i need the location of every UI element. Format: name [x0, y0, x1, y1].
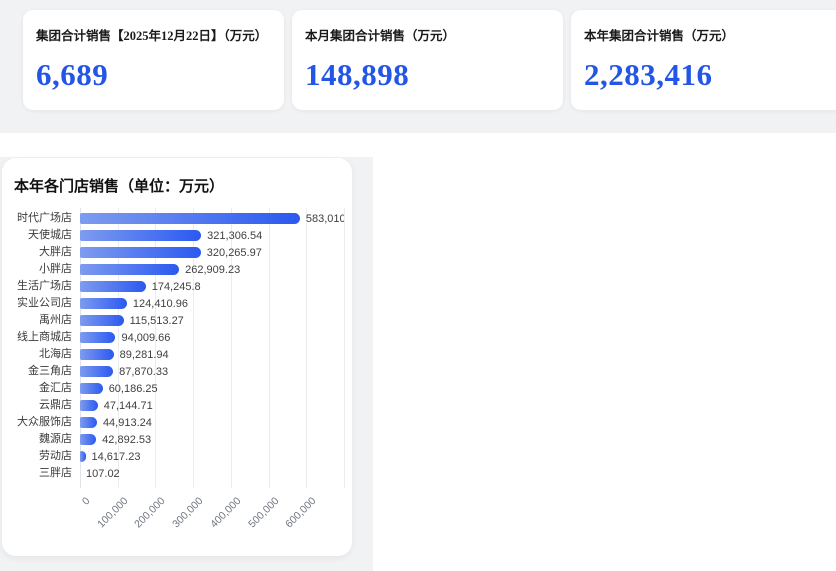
bar-value-label: 42,892.53 — [102, 434, 151, 446]
category-label: 金汇店 — [2, 380, 80, 397]
bar[interactable] — [80, 281, 146, 292]
kpi-card-monthly-sales: 本月集团合计销售（万元） 148,898 — [292, 10, 563, 110]
chart-row: 金三角店 87,870.33 — [2, 363, 352, 380]
category-label: 大胖店 — [2, 244, 80, 261]
bar[interactable] — [80, 417, 97, 428]
bar-value-label: 107.02 — [86, 468, 120, 480]
category-label: 时代广场店 — [2, 210, 80, 227]
bar-value-label: 174,245.8 — [152, 281, 201, 293]
kpi-card-daily-sales: 集团合计销售【2025年12月22日】（万元） 6,689 — [23, 10, 284, 110]
bar-value-label: 124,410.96 — [133, 298, 188, 310]
bar[interactable] — [80, 349, 114, 360]
kpi-card-yearly-sales: 本年集团合计销售（万元） 2,283,416 — [571, 10, 836, 110]
chart-row: 实业公司店 124,410.96 — [2, 295, 352, 312]
category-label: 魏源店 — [2, 431, 80, 448]
bar-track: 262,909.23 — [80, 261, 344, 278]
bar[interactable] — [80, 247, 201, 258]
chart-row: 北海店 89,281.94 — [2, 346, 352, 363]
bar-track: 87,870.33 — [80, 363, 344, 380]
bar-track: 321,306.54 — [80, 227, 344, 244]
category-label: 禹州店 — [2, 312, 80, 329]
bar-track: 320,265.97 — [80, 244, 344, 261]
bar-track: 124,410.96 — [80, 295, 344, 312]
bar-track: 47,144.71 — [80, 397, 344, 414]
chart-row: 大胖店 320,265.97 — [2, 244, 352, 261]
bar-track: 115,513.27 — [80, 312, 344, 329]
bar-track: 89,281.94 — [80, 346, 344, 363]
bar-track: 44,913.24 — [80, 414, 344, 431]
bar-value-label: 94,009.66 — [121, 332, 170, 344]
category-label: 大众服饰店 — [2, 414, 80, 431]
bar[interactable] — [80, 451, 86, 462]
bar[interactable] — [80, 213, 300, 224]
bar[interactable] — [80, 298, 127, 309]
chart-row: 天使城店 321,306.54 — [2, 227, 352, 244]
bar[interactable] — [80, 366, 113, 377]
kpi-value: 148,898 — [305, 57, 547, 93]
right-content-panel — [373, 157, 836, 571]
bar[interactable] — [80, 400, 98, 411]
bar-value-label: 115,513.27 — [130, 315, 184, 327]
category-label: 实业公司店 — [2, 295, 80, 312]
bar-value-label: 320,265.97 — [207, 247, 262, 259]
kpi-value: 2,283,416 — [584, 57, 836, 93]
category-label: 北海店 — [2, 346, 80, 363]
chart-row: 三胖店 107.02 — [2, 465, 352, 482]
bar-track: 14,617.23 — [80, 448, 344, 465]
chart-rows: 时代广场店 583,010 天使城店 321,306.54 大胖店 320,265.97 小… — [2, 210, 352, 482]
bar-value-label: 262,909.23 — [185, 264, 240, 276]
kpi-title: 本月集团合计销售（万元） — [305, 25, 547, 44]
chart-title: 本年各门店销售（单位：万元） — [14, 175, 224, 196]
x-axis: 0100,000200,000300,000400,000500,000600,… — [80, 490, 344, 542]
bar-value-label: 87,870.33 — [119, 366, 168, 378]
bar-value-label: 44,913.24 — [103, 417, 152, 429]
kpi-title: 本年集团合计销售（万元） — [584, 25, 836, 44]
bar-value-label: 89,281.94 — [120, 349, 169, 361]
section-spacer — [0, 133, 836, 157]
bar[interactable] — [80, 383, 103, 394]
bar-value-label: 14,617.23 — [92, 451, 141, 463]
bar-track: 94,009.66 — [80, 329, 344, 346]
bar-value-label: 47,144.71 — [104, 400, 153, 412]
bar[interactable] — [80, 230, 201, 241]
category-label: 小胖店 — [2, 261, 80, 278]
bar-value-label: 321,306.54 — [207, 230, 262, 242]
chart-row: 生活广场店 174,245.8 — [2, 278, 352, 295]
chart-row: 小胖店 262,909.23 — [2, 261, 352, 278]
bar-track: 60,186.25 — [80, 380, 344, 397]
category-label: 线上商城店 — [2, 329, 80, 346]
chart-row: 大众服饰店 44,913.24 — [2, 414, 352, 431]
kpi-value: 6,689 — [36, 57, 268, 93]
chart-row: 金汇店 60,186.25 — [2, 380, 352, 397]
bar-track: 174,245.8 — [80, 278, 344, 295]
chart-row: 云鼎店 47,144.71 — [2, 397, 352, 414]
bar-track: 583,010 — [80, 210, 344, 227]
chart-row: 魏源店 42,892.53 — [2, 431, 352, 448]
bar-track: 107.02 — [80, 465, 344, 482]
store-sales-chart-card: 本年各门店销售（单位：万元） 时代广场店 583,010 天使城店 321,306.5… — [2, 158, 352, 556]
bar-track: 42,892.53 — [80, 431, 344, 448]
kpi-title: 集团合计销售【2025年12月22日】（万元） — [36, 25, 268, 44]
bar-value-label: 60,186.25 — [109, 383, 158, 395]
category-label: 天使城店 — [2, 227, 80, 244]
category-label: 金三角店 — [2, 363, 80, 380]
bar-value-label: 583,010 — [306, 213, 344, 225]
category-label: 三胖店 — [2, 465, 80, 482]
bar[interactable] — [80, 332, 115, 343]
category-label: 劳动店 — [2, 448, 80, 465]
bar[interactable] — [80, 264, 179, 275]
chart-row: 禹州店 115,513.27 — [2, 312, 352, 329]
chart-row: 线上商城店 94,009.66 — [2, 329, 352, 346]
category-label: 生活广场店 — [2, 278, 80, 295]
bar[interactable] — [80, 434, 96, 445]
chart-row: 时代广场店 583,010 — [2, 210, 352, 227]
bar[interactable] — [80, 315, 124, 326]
chart-row: 劳动店 14,617.23 — [2, 448, 352, 465]
category-label: 云鼎店 — [2, 397, 80, 414]
